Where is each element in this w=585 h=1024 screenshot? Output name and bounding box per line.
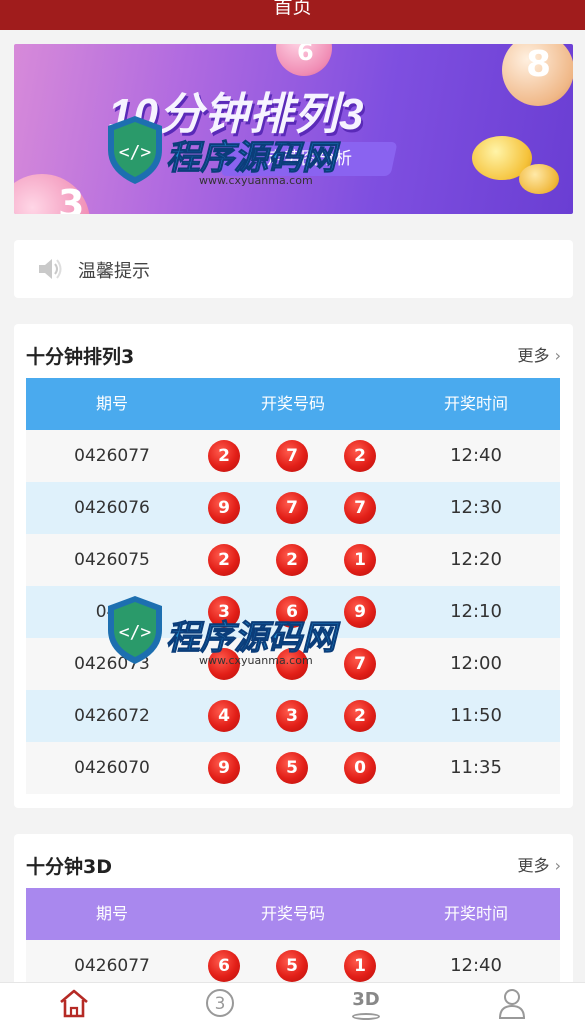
draw-ball: 2 (344, 700, 376, 732)
tab-3d[interactable]: 3D (346, 987, 386, 1021)
draw-ball: 2 (344, 440, 376, 472)
banner-ball-number: 3 (58, 182, 85, 214)
tab-user[interactable] (492, 987, 532, 1021)
draw-time: 12:30 (450, 497, 502, 518)
banner-ball-number: 8 (526, 44, 552, 85)
banner-subtitle-text: 走势图分析 (266, 149, 352, 169)
promo-banner[interactable]: 8 3 6 10分钟排列3 走势图分析 (14, 44, 573, 214)
draw-ball: 2 (276, 544, 308, 576)
3d-icon: 3D (352, 989, 380, 1010)
column-issue: 期号 (95, 394, 128, 413)
table-row[interactable]: 042 3 6 9 12:10 (26, 586, 560, 638)
draw-time: 12:00 (450, 653, 502, 674)
column-numbers: 开奖号码 (260, 904, 325, 923)
table-row[interactable]: 0426077 2 7 2 12:40 (26, 430, 560, 482)
draw-time: 12:20 (450, 549, 502, 570)
tab-home[interactable] (54, 987, 94, 1021)
column-time: 开奖时间 (443, 904, 508, 923)
draw-ball: 9 (208, 752, 240, 784)
bottom-tab-bar: 3 3D (0, 982, 585, 1024)
draw-ball: 1 (344, 950, 376, 982)
draw-ball: 5 (276, 752, 308, 784)
draw-time: 12:40 (450, 445, 502, 466)
3d-icon-base (352, 1013, 380, 1020)
issue-number: 0426077 (74, 446, 150, 466)
page-title: 首页 (273, 0, 312, 18)
issue-number: 0426076 (74, 498, 150, 518)
issue-number: 0426070 (74, 758, 150, 778)
draw-ball: 9 (208, 492, 240, 524)
draw-ball: 9 (344, 596, 376, 628)
draw-ball: 2 (208, 440, 240, 472)
draw-ball: 2 (208, 544, 240, 576)
draw-ball: 7 (344, 648, 376, 680)
issue-number: 0426075 (74, 550, 150, 570)
section-pl3: 十分钟排列3 更多 › 期号 开奖号码 开奖时间 0426077 2 7 2 1… (14, 324, 573, 808)
draw-ball: 7 (276, 492, 308, 524)
draw-ball: 3 (208, 596, 240, 628)
banner-subtitle: 走势图分析 (220, 142, 398, 176)
more-label: 更多 (517, 346, 550, 365)
section-title: 十分钟排列3 (26, 346, 135, 368)
draw-ball: 6 (276, 596, 308, 628)
draw-ball: 7 (276, 440, 308, 472)
home-icon (60, 989, 88, 1018)
table-row[interactable]: 0426075 2 2 1 12:20 (26, 534, 560, 586)
column-issue: 期号 (95, 904, 128, 923)
chevron-right-icon: › (554, 346, 561, 365)
draw-ball: 4 (208, 700, 240, 732)
draw-ball: 7 (344, 492, 376, 524)
svg-text:3: 3 (215, 994, 226, 1014)
draw-ball (208, 648, 240, 680)
issue-number: 042 (95, 602, 129, 622)
chevron-right-icon: › (554, 856, 561, 875)
draw-ball: 1 (344, 544, 376, 576)
table-row[interactable]: 0426072 4 3 2 11:50 (26, 690, 560, 742)
section-3d: 十分钟3D 更多 › 期号 开奖号码 开奖时间 0426077 6 5 1 12… (14, 834, 573, 994)
draw-time: 11:35 (450, 757, 502, 778)
notice-bar[interactable]: 温馨提示 (14, 240, 573, 298)
draw-time: 11:50 (450, 705, 502, 726)
draw-ball: 0 (344, 752, 376, 784)
more-link[interactable]: 更多 › (517, 852, 561, 876)
issue-number: 0426072 (74, 706, 150, 726)
tab-pl3[interactable]: 3 (200, 987, 240, 1021)
more-label: 更多 (517, 856, 550, 875)
column-numbers: 开奖号码 (260, 394, 325, 413)
circled-three-icon: 3 (206, 989, 234, 1017)
table-header: 期号 开奖号码 开奖时间 (26, 378, 560, 430)
banner-title: 10分钟排列3 (108, 90, 365, 139)
banner-ball-number: 6 (297, 44, 314, 66)
user-icon (498, 989, 526, 1019)
draw-ball (276, 648, 308, 680)
draw-ball: 3 (276, 700, 308, 732)
table-row[interactable]: 0426070 9 5 0 11:35 (26, 742, 560, 794)
column-time: 开奖时间 (443, 394, 508, 413)
more-link[interactable]: 更多 › (517, 342, 561, 366)
speaker-icon (39, 259, 62, 279)
notice-text: 温馨提示 (78, 261, 150, 282)
table-row[interactable]: 0426073 7 12:00 (26, 638, 560, 690)
table-row[interactable]: 0426076 9 7 7 12:30 (26, 482, 560, 534)
banner-coin-decoration (519, 164, 559, 194)
draw-time: 12:10 (450, 601, 502, 622)
issue-number: 0426073 (74, 654, 150, 674)
section-title: 十分钟3D (26, 856, 112, 878)
draw-ball: 5 (276, 950, 308, 982)
draw-ball: 6 (208, 950, 240, 982)
table-header: 期号 开奖号码 开奖时间 (26, 888, 560, 940)
top-bar: 首页 (0, 0, 585, 30)
